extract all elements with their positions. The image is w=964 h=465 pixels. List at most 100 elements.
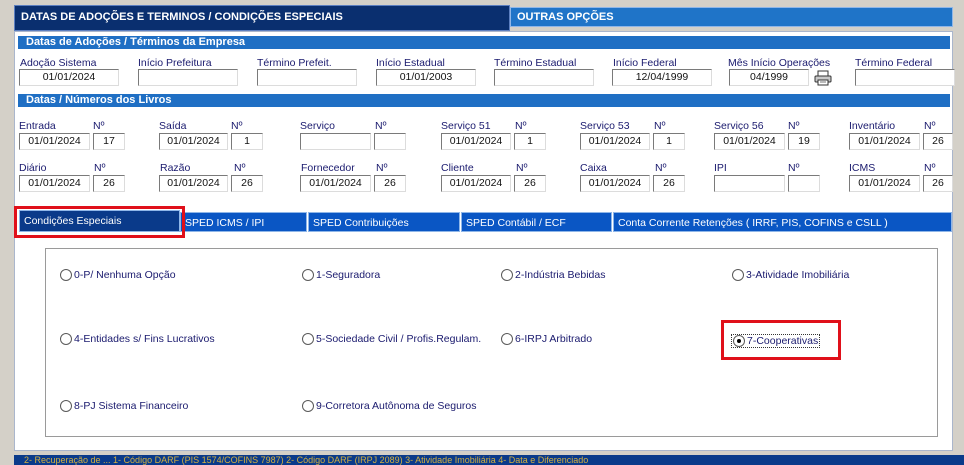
label-servico-56-num: Nº <box>788 120 800 132</box>
label-entrada-num: Nº <box>93 120 105 132</box>
label-inicio-prefeitura: Início Prefeitura <box>138 57 212 69</box>
field-termino-federal[interactable] <box>855 69 955 86</box>
field-adocao-sistema[interactable]: 01/01/2024 <box>19 69 119 86</box>
label-servico: Serviço <box>300 120 336 132</box>
label-fornecedor-num: Nº <box>376 162 388 174</box>
field-termino-estadual[interactable] <box>494 69 594 86</box>
option-label: 5-Sociedade Civil / Profis.Regulam. <box>316 333 482 345</box>
option-8[interactable]: 8-PJ Sistema Financeiro <box>60 400 188 412</box>
field-servico-51-num[interactable]: 1 <box>514 133 546 150</box>
tab-sped-icms-ipi[interactable]: SPED ICMS / IPI <box>180 212 307 232</box>
field-entrada-num[interactable]: 17 <box>93 133 125 150</box>
label-inventario: Inventário <box>849 120 896 132</box>
option-3[interactable]: 3-Atividade Imobiliária <box>732 269 849 281</box>
radio-5[interactable] <box>302 333 314 345</box>
option-9[interactable]: 9-Corretora Autônoma de Seguros <box>302 400 477 412</box>
label-saida: Saída <box>159 120 187 132</box>
option-label: 2-Indústria Bebidas <box>515 269 606 281</box>
field-servico-53-num[interactable]: 1 <box>653 133 685 150</box>
label-fornecedor: Fornecedor <box>301 162 355 174</box>
field-razao-num[interactable]: 26 <box>231 175 263 192</box>
field-icms-num[interactable]: 26 <box>923 175 953 192</box>
label-termino-federal: Término Federal <box>855 57 933 69</box>
radio-4[interactable] <box>60 333 72 345</box>
field-entrada-date[interactable]: 01/01/2024 <box>19 133 90 150</box>
option-0[interactable]: 0-P/ Nenhuma Opção <box>60 269 176 281</box>
label-cliente-num: Nº <box>516 162 528 174</box>
option-label: 6-IRPJ Arbitrado <box>515 333 593 345</box>
radio-2[interactable] <box>501 269 513 281</box>
label-ipi-num: Nº <box>788 162 800 174</box>
field-servico-date[interactable] <box>300 133 371 150</box>
radio-0[interactable] <box>60 269 72 281</box>
label-inventario-num: Nº <box>924 120 936 132</box>
field-diario-num[interactable]: 26 <box>93 175 125 192</box>
label-servico-51: Serviço 51 <box>441 120 491 132</box>
label-termino-estadual: Término Estadual <box>494 57 577 69</box>
radio-1[interactable] <box>302 269 314 281</box>
label-razao-num: Nº <box>234 162 246 174</box>
label-adocao-sistema: Adoção Sistema <box>20 57 97 69</box>
radio-3[interactable] <box>732 269 744 281</box>
tab-sped-contribuicoes[interactable]: SPED Contribuições <box>308 212 460 232</box>
label-saida-num: Nº <box>231 120 243 132</box>
field-servico-53-date[interactable]: 01/01/2024 <box>580 133 650 150</box>
field-servico-51-date[interactable]: 01/01/2024 <box>441 133 511 150</box>
field-saida-date[interactable]: 01/01/2024 <box>159 133 228 150</box>
highlight-box-tab <box>14 206 185 238</box>
field-diario-date[interactable]: 01/01/2024 <box>19 175 90 192</box>
option-2[interactable]: 2-Indústria Bebidas <box>501 269 605 281</box>
field-mes-inicio-operacoes[interactable]: 04/1999 <box>729 69 809 86</box>
label-icms: ICMS <box>849 162 876 174</box>
field-fornecedor-date[interactable]: 01/01/2024 <box>300 175 371 192</box>
radio-6[interactable] <box>501 333 513 345</box>
label-razao: Razão <box>160 162 191 174</box>
field-caixa-num[interactable]: 26 <box>653 175 685 192</box>
field-cliente-date[interactable]: 01/01/2024 <box>441 175 511 192</box>
field-servico-num[interactable] <box>374 133 406 150</box>
option-5[interactable]: 5-Sociedade Civil / Profis.Regulam. <box>302 333 481 345</box>
option-label: 0-P/ Nenhuma Opção <box>74 269 176 281</box>
field-inicio-federal[interactable]: 12/04/1999 <box>612 69 712 86</box>
field-inventario-num[interactable]: 26 <box>923 133 953 150</box>
label-servico-51-num: Nº <box>515 120 527 132</box>
field-ipi-date[interactable] <box>714 175 785 192</box>
field-ipi-num[interactable] <box>788 175 820 192</box>
tab-conta-corrente-retencoes[interactable]: Conta Corrente Retenções ( IRRF, PIS, CO… <box>613 212 952 232</box>
label-termino-prefeitura: Término Prefeit. <box>257 57 332 69</box>
highlight-box-option <box>721 320 841 360</box>
option-6[interactable]: 6-IRPJ Arbitrado <box>501 333 592 345</box>
option-4[interactable]: 4-Entidades s/ Fins Lucrativos <box>60 333 215 345</box>
field-fornecedor-num[interactable]: 26 <box>374 175 406 192</box>
label-inicio-estadual: Início Estadual <box>376 57 445 69</box>
field-inicio-prefeitura[interactable] <box>138 69 238 86</box>
field-inicio-estadual[interactable]: 01/01/2003 <box>376 69 476 86</box>
label-servico-53-num: Nº <box>654 120 666 132</box>
field-cliente-num[interactable]: 26 <box>514 175 546 192</box>
label-diario: Diário <box>19 162 47 174</box>
label-icms-num: Nº <box>924 162 936 174</box>
tab-sped-contabil-ecf[interactable]: SPED Contábil / ECF <box>461 212 612 232</box>
label-inicio-federal: Início Federal <box>613 57 677 69</box>
field-razao-date[interactable]: 01/01/2024 <box>159 175 228 192</box>
tab-datas-adocoes[interactable]: DATAS DE ADOÇÕES E TERMINOS / CONDIÇÕES … <box>14 5 510 31</box>
field-servico-56-date[interactable]: 01/01/2024 <box>714 133 785 150</box>
field-termino-prefeitura[interactable] <box>257 69 357 86</box>
option-1[interactable]: 1-Seguradora <box>302 269 380 281</box>
radio-8[interactable] <box>60 400 72 412</box>
radio-9[interactable] <box>302 400 314 412</box>
field-icms-date[interactable]: 01/01/2024 <box>849 175 920 192</box>
label-servico-56: Serviço 56 <box>714 120 764 132</box>
option-label: 1-Seguradora <box>316 269 381 281</box>
field-inventario-date[interactable]: 01/01/2024 <box>849 133 920 150</box>
field-servico-56-num[interactable]: 19 <box>788 133 820 150</box>
option-label: 8-PJ Sistema Financeiro <box>74 400 189 412</box>
tab-outras-opcoes[interactable]: OUTRAS OPÇÕES <box>510 7 953 27</box>
field-caixa-date[interactable]: 01/01/2024 <box>580 175 650 192</box>
option-label: 4-Entidades s/ Fins Lucrativos <box>74 333 215 345</box>
bottom-info-strip: 2- Recuperação de ... 1- Código DARF (PI… <box>14 455 964 465</box>
printer-icon[interactable] <box>814 70 832 86</box>
label-diario-num: Nº <box>94 162 106 174</box>
section-title-adocoes: Datas de Adoções / Términos da Empresa <box>18 36 950 49</box>
field-saida-num[interactable]: 1 <box>231 133 263 150</box>
